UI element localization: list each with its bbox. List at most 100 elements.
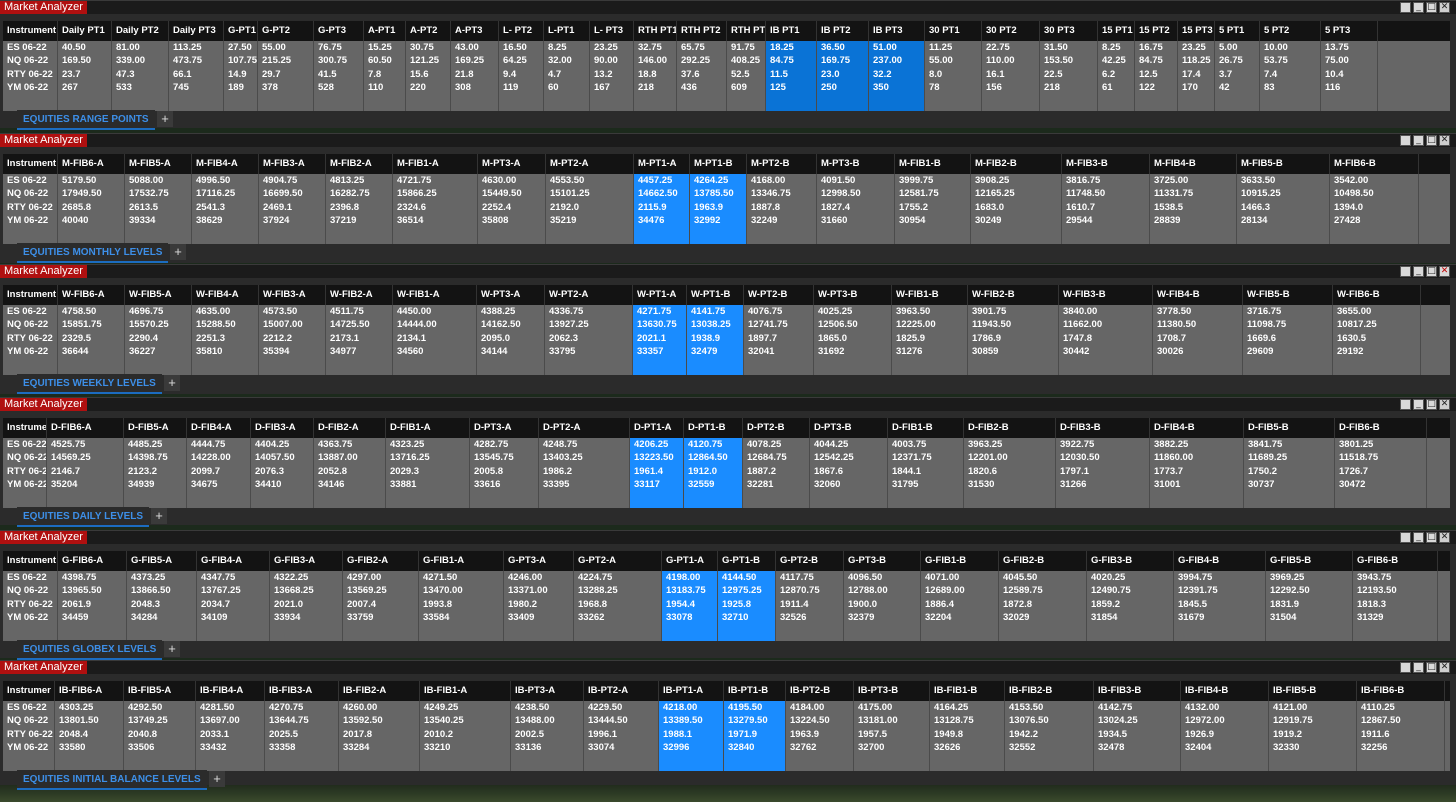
column-header[interactable]: D-FIB4-A xyxy=(187,418,251,438)
data-cell[interactable]: 78 xyxy=(925,81,981,94)
data-cell[interactable]: 3655.00 xyxy=(1333,305,1420,318)
data-cell[interactable]: 34459 xyxy=(58,611,126,624)
column-header[interactable]: RTH PT xyxy=(727,21,766,41)
data-cell[interactable]: 31276 xyxy=(892,345,967,358)
data-cell[interactable]: 32256 xyxy=(1357,741,1444,754)
data-cell[interactable]: 27.50 xyxy=(224,41,257,54)
data-cell[interactable]: 3542.00 xyxy=(1330,174,1418,187)
data-cell[interactable]: 35204 xyxy=(47,478,123,491)
data-cell[interactable]: 2469.1 xyxy=(259,201,325,214)
data-cell[interactable]: 21.8 xyxy=(451,68,498,81)
data-cell[interactable]: 11.5 xyxy=(766,68,816,81)
data-cell[interactable]: 13749.25 xyxy=(124,714,195,727)
column-header[interactable]: G-FIB2-B xyxy=(999,551,1087,571)
analyzer-grid[interactable]: Instrument W-FIB6-A W-FIB5-A W-FIB4-A W-FIB3… xyxy=(3,285,1450,375)
data-cell[interactable]: 10498.50 xyxy=(1330,187,1418,200)
data-cell[interactable]: 2324.6 xyxy=(393,201,477,214)
column-header[interactable]: 30 PT1 xyxy=(925,21,982,41)
data-cell[interactable]: 10817.25 xyxy=(1333,318,1420,331)
data-cell[interactable]: 3816.75 xyxy=(1062,174,1149,187)
data-cell[interactable]: 32996 xyxy=(659,741,723,754)
data-cell[interactable]: 292.25 xyxy=(677,54,726,67)
data-cell[interactable]: 156 xyxy=(982,81,1039,94)
column-header[interactable]: G-PT3 xyxy=(314,21,364,41)
data-cell[interactable]: 32762 xyxy=(786,741,853,754)
data-cell[interactable]: 4635.00 xyxy=(192,305,258,318)
instrument-name[interactable]: YM 06-22 xyxy=(3,345,57,358)
data-cell[interactable]: 34410 xyxy=(251,478,313,491)
data-cell[interactable]: 4996.50 xyxy=(192,174,258,187)
column-header[interactable]: 5 PT3 xyxy=(1321,21,1378,41)
column-header[interactable]: IB-FIB5-A xyxy=(124,681,196,701)
data-cell[interactable]: 13927.25 xyxy=(545,318,632,331)
data-cell[interactable]: 4696.75 xyxy=(125,305,191,318)
data-cell[interactable]: 41.5 xyxy=(314,68,363,81)
data-cell[interactable]: 3901.75 xyxy=(968,305,1058,318)
data-cell[interactable]: 11331.75 xyxy=(1150,187,1236,200)
data-cell[interactable]: 3908.25 xyxy=(971,174,1061,187)
data-cell[interactable]: 13038.25 xyxy=(687,318,743,331)
column-header[interactable]: 5 PT2 xyxy=(1260,21,1321,41)
data-cell[interactable]: 5179.50 xyxy=(58,174,124,187)
instrument-name[interactable]: YM 06-22 xyxy=(3,611,57,624)
column-header-instrument[interactable]: Instrumer xyxy=(3,681,55,701)
data-cell[interactable]: 22.5 xyxy=(1040,68,1097,81)
data-cell[interactable]: 33795 xyxy=(545,345,632,358)
column-header[interactable]: W-PT1-A xyxy=(633,285,687,305)
data-cell[interactable]: 12030.50 xyxy=(1056,451,1149,464)
data-cell[interactable]: 12193.50 xyxy=(1353,584,1437,597)
data-cell[interactable]: 118.25 xyxy=(1178,54,1214,67)
data-cell[interactable]: 13866.50 xyxy=(127,584,196,597)
data-cell[interactable]: 32552 xyxy=(1005,741,1093,754)
data-cell[interactable]: 10.4 xyxy=(1321,68,1377,81)
column-header[interactable]: D-FIB4-B xyxy=(1150,418,1244,438)
data-cell[interactable]: 4.7 xyxy=(544,68,589,81)
data-cell[interactable]: 28839 xyxy=(1150,214,1236,227)
data-cell[interactable]: 51.00 xyxy=(869,41,924,54)
instrument-name[interactable]: NQ 06-22 xyxy=(3,187,57,200)
close-button[interactable]: ✕ xyxy=(1439,662,1450,673)
column-header[interactable]: M-FIB1-B xyxy=(895,154,971,174)
data-cell[interactable]: 169.50 xyxy=(58,54,111,67)
minimize-button[interactable]: _ xyxy=(1413,2,1424,13)
data-cell[interactable]: 12542.25 xyxy=(810,451,887,464)
data-cell[interactable]: 31692 xyxy=(814,345,891,358)
data-cell[interactable]: 3943.75 xyxy=(1353,571,1437,584)
analyzer-grid[interactable]: Instrument Daily PT1 Daily PT2 Daily PT3 G-P… xyxy=(3,21,1450,111)
data-cell[interactable]: 237.00 xyxy=(869,54,924,67)
data-cell[interactable]: 13630.75 xyxy=(633,318,686,331)
data-cell[interactable]: 1825.9 xyxy=(892,332,967,345)
analyzer-grid[interactable]: Instrument G-FIB6-A G-FIB5-A G-FIB4-A G-FIB3… xyxy=(3,551,1450,641)
close-button[interactable]: ✕ xyxy=(1439,399,1450,410)
data-cell[interactable]: 17.4 xyxy=(1178,68,1214,81)
title-bar[interactable]: Market Analyzer _ □ ✕ xyxy=(0,661,1456,674)
data-cell[interactable]: 36227 xyxy=(125,345,191,358)
data-cell[interactable]: 3801.25 xyxy=(1335,438,1426,451)
column-header-instrument[interactable]: Instrument xyxy=(3,21,58,41)
data-cell[interactable]: 31854 xyxy=(1087,611,1173,624)
data-cell[interactable]: 13785.50 xyxy=(690,187,746,200)
data-cell[interactable]: 4120.75 xyxy=(684,438,742,451)
data-cell[interactable]: 3963.50 xyxy=(892,305,967,318)
data-cell[interactable]: 60 xyxy=(544,81,589,94)
data-cell[interactable]: 13444.50 xyxy=(584,714,658,727)
data-cell[interactable]: 1630.5 xyxy=(1333,332,1420,345)
instrument-name[interactable]: YM 06-22 xyxy=(3,81,57,94)
tab-active[interactable]: EQUITIES MONTHLY LEVELS xyxy=(17,243,169,263)
data-cell[interactable]: 153.50 xyxy=(1040,54,1097,67)
data-cell[interactable]: 12581.75 xyxy=(895,187,970,200)
tab-active[interactable]: EQUITIES WEEKLY LEVELS xyxy=(17,374,162,394)
column-header[interactable]: IB-FIB2-A xyxy=(339,681,420,701)
data-cell[interactable]: 13346.75 xyxy=(747,187,816,200)
data-cell[interactable]: 33395 xyxy=(539,478,629,491)
data-cell[interactable]: 4525.75 xyxy=(47,438,123,451)
data-cell[interactable]: 4292.50 xyxy=(124,701,195,714)
data-cell[interactable]: 13.75 xyxy=(1321,41,1377,54)
data-cell[interactable]: 7.4 xyxy=(1260,68,1320,81)
minimize-button[interactable]: _ xyxy=(1413,266,1424,277)
data-cell[interactable]: 1986.2 xyxy=(539,465,629,478)
data-cell[interactable]: 12975.25 xyxy=(718,584,775,597)
column-header[interactable]: G-FIB4-A xyxy=(197,551,270,571)
data-cell[interactable]: 12972.00 xyxy=(1181,714,1268,727)
data-cell[interactable]: 13569.25 xyxy=(343,584,418,597)
